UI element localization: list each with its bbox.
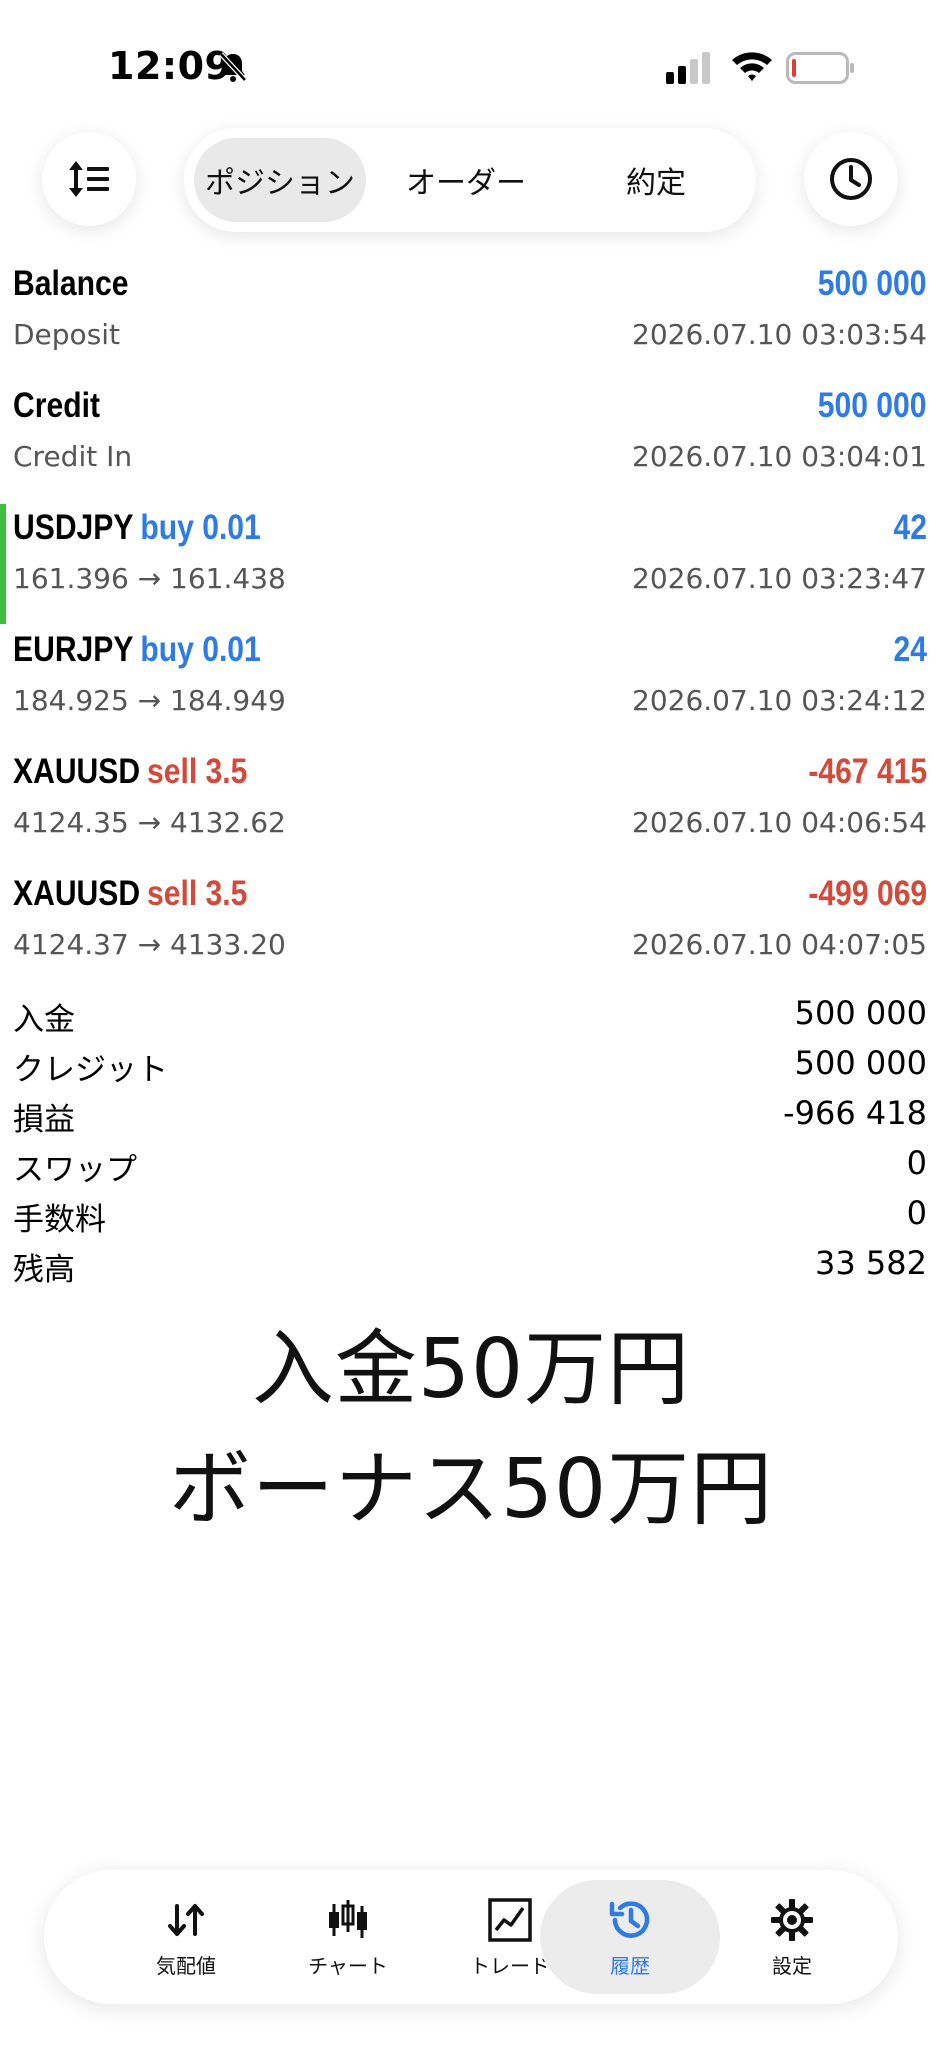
cellular-signal-icon <box>666 52 710 84</box>
trade-chart-icon <box>488 1897 532 1942</box>
deal-profit: -467 415 <box>808 752 927 791</box>
history-summary: 入金 500 000 クレジット 500 000 損益 -966 418 スワッ… <box>0 990 942 1290</box>
deal-symbol: EURJPY <box>13 630 134 669</box>
deal-symbol: XAUUSD <box>13 874 141 913</box>
bottom-navigation: 気配値 チャート トレード 履歴 設定 <box>44 1870 898 2004</box>
wifi-icon <box>732 52 772 81</box>
summary-row-swap: スワップ 0 <box>0 1140 942 1190</box>
deal-comment: Credit In <box>13 440 133 473</box>
sort-icon <box>69 161 109 197</box>
selected-row-marker <box>0 504 6 624</box>
deal-time: 2026.07.10 04:06:54 <box>632 806 927 839</box>
summary-row-credit: クレジット 500 000 <box>0 1040 942 1090</box>
deal-time: 2026.07.10 03:04:01 <box>632 440 927 473</box>
summary-row-profit: 損益 -966 418 <box>0 1090 942 1140</box>
status-time: 12:09 <box>108 44 232 88</box>
deals-list: Balance 500 000 Deposit 2026.07.10 03:03… <box>0 256 942 988</box>
deal-row-usdjpy[interactable]: USDJPY buy 0.01 42 161.396 → 161.438 2026… <box>0 500 942 624</box>
summary-label: 手数料 <box>13 1202 106 1238</box>
nav-label: 設定 <box>772 1953 812 1978</box>
quotes-icon <box>168 1903 204 1936</box>
period-button[interactable] <box>804 132 898 226</box>
summary-value: -966 418 <box>783 1094 927 1132</box>
deal-symbol: XAUUSD <box>13 752 141 791</box>
summary-label: クレジット <box>13 1052 168 1088</box>
deal-prices: 184.925 → 184.949 <box>13 684 286 717</box>
deal-row-credit[interactable]: Credit 500 000 Credit In 2026.07.10 03:0… <box>0 378 942 500</box>
summary-row-commission: 手数料 0 <box>0 1190 942 1240</box>
deal-direction: buy 0.01 <box>140 630 261 669</box>
tab-deals[interactable]: 約定 <box>566 138 746 222</box>
summary-label: 損益 <box>13 1102 75 1138</box>
deal-symbol: Balance <box>13 264 129 303</box>
deal-direction: sell 3.5 <box>146 752 248 791</box>
deal-value: 500 000 <box>818 264 927 303</box>
deal-prices: 161.396 → 161.438 <box>13 562 286 595</box>
tab-orders[interactable]: オーダー <box>366 138 566 222</box>
deal-symbol: Credit <box>13 386 100 425</box>
summary-value: 0 <box>906 1194 927 1232</box>
deal-row-xauusd-2[interactable]: XAUUSD sell 3.5 -499 069 4124.37 → 4133.2… <box>0 866 942 988</box>
nav-label: 気配値 <box>156 1953 216 1978</box>
deal-time: 2026.07.10 03:23:47 <box>632 562 927 595</box>
battery-low-icon <box>786 52 854 84</box>
deal-profit: -499 069 <box>808 874 927 913</box>
bell-muted-icon <box>219 52 247 82</box>
deal-direction: sell 3.5 <box>146 874 248 913</box>
nav-item-history[interactable]: 履歴 <box>540 1880 720 1994</box>
settings-gear-icon <box>771 1898 813 1941</box>
summary-label: 残高 <box>13 1252 75 1288</box>
nav-item-quotes[interactable]: 気配値 <box>96 1880 276 1994</box>
summary-value: 500 000 <box>794 1044 927 1082</box>
nav-label: 履歴 <box>610 1953 650 1978</box>
nav-item-settings[interactable]: 設定 <box>702 1880 882 1994</box>
summary-value: 500 000 <box>794 994 927 1032</box>
mt5-history-screen: 12:09 ポジション オーダー 約定 Balance 500 000 Depo… <box>0 0 942 2048</box>
summary-value: 33 582 <box>815 1244 927 1282</box>
deal-direction: buy 0.01 <box>140 508 261 547</box>
nav-label: トレード <box>470 1953 550 1978</box>
deal-comment: Deposit <box>13 318 121 351</box>
status-bar: 12:09 <box>0 0 942 130</box>
deal-row-eurjpy[interactable]: EURJPY buy 0.01 24 184.925 → 184.949 2026… <box>0 622 942 744</box>
chart-candles-icon <box>329 1899 367 1938</box>
deal-symbol: USDJPY <box>13 508 134 547</box>
deal-profit: 24 <box>893 630 927 669</box>
tab-positions[interactable]: ポジション <box>194 138 366 222</box>
nav-label: チャート <box>308 1953 388 1978</box>
summary-label: 入金 <box>13 1002 75 1038</box>
summary-value: 0 <box>906 1144 927 1182</box>
clock-icon <box>830 158 872 200</box>
deal-time: 2026.07.10 03:24:12 <box>632 684 927 717</box>
deal-profit: 42 <box>893 508 927 547</box>
overlay-caption-bonus: ボーナス50万円 <box>168 1442 774 1537</box>
deal-prices: 4124.37 → 4133.20 <box>13 928 286 961</box>
history-segmented-tabs: ポジション オーダー 約定 <box>184 128 756 232</box>
deal-time: 2026.07.10 03:03:54 <box>632 318 927 351</box>
summary-row-balance: 残高 33 582 <box>0 1240 942 1290</box>
deal-value: 500 000 <box>818 386 927 425</box>
overlay-caption-deposit: 入金50万円 <box>251 1322 691 1417</box>
deal-prices: 4124.35 → 4132.62 <box>13 806 286 839</box>
deal-row-xauusd-1[interactable]: XAUUSD sell 3.5 -467 415 4124.35 → 4132.6… <box>0 744 942 866</box>
nav-item-chart[interactable]: チャート <box>258 1880 438 1994</box>
sort-button[interactable] <box>42 132 136 226</box>
deal-row-balance[interactable]: Balance 500 000 Deposit 2026.07.10 03:03… <box>0 256 942 378</box>
summary-row-deposit: 入金 500 000 <box>0 990 942 1040</box>
history-icon <box>609 1900 650 1938</box>
deal-time: 2026.07.10 04:07:05 <box>632 928 927 961</box>
summary-label: スワップ <box>13 1152 137 1188</box>
